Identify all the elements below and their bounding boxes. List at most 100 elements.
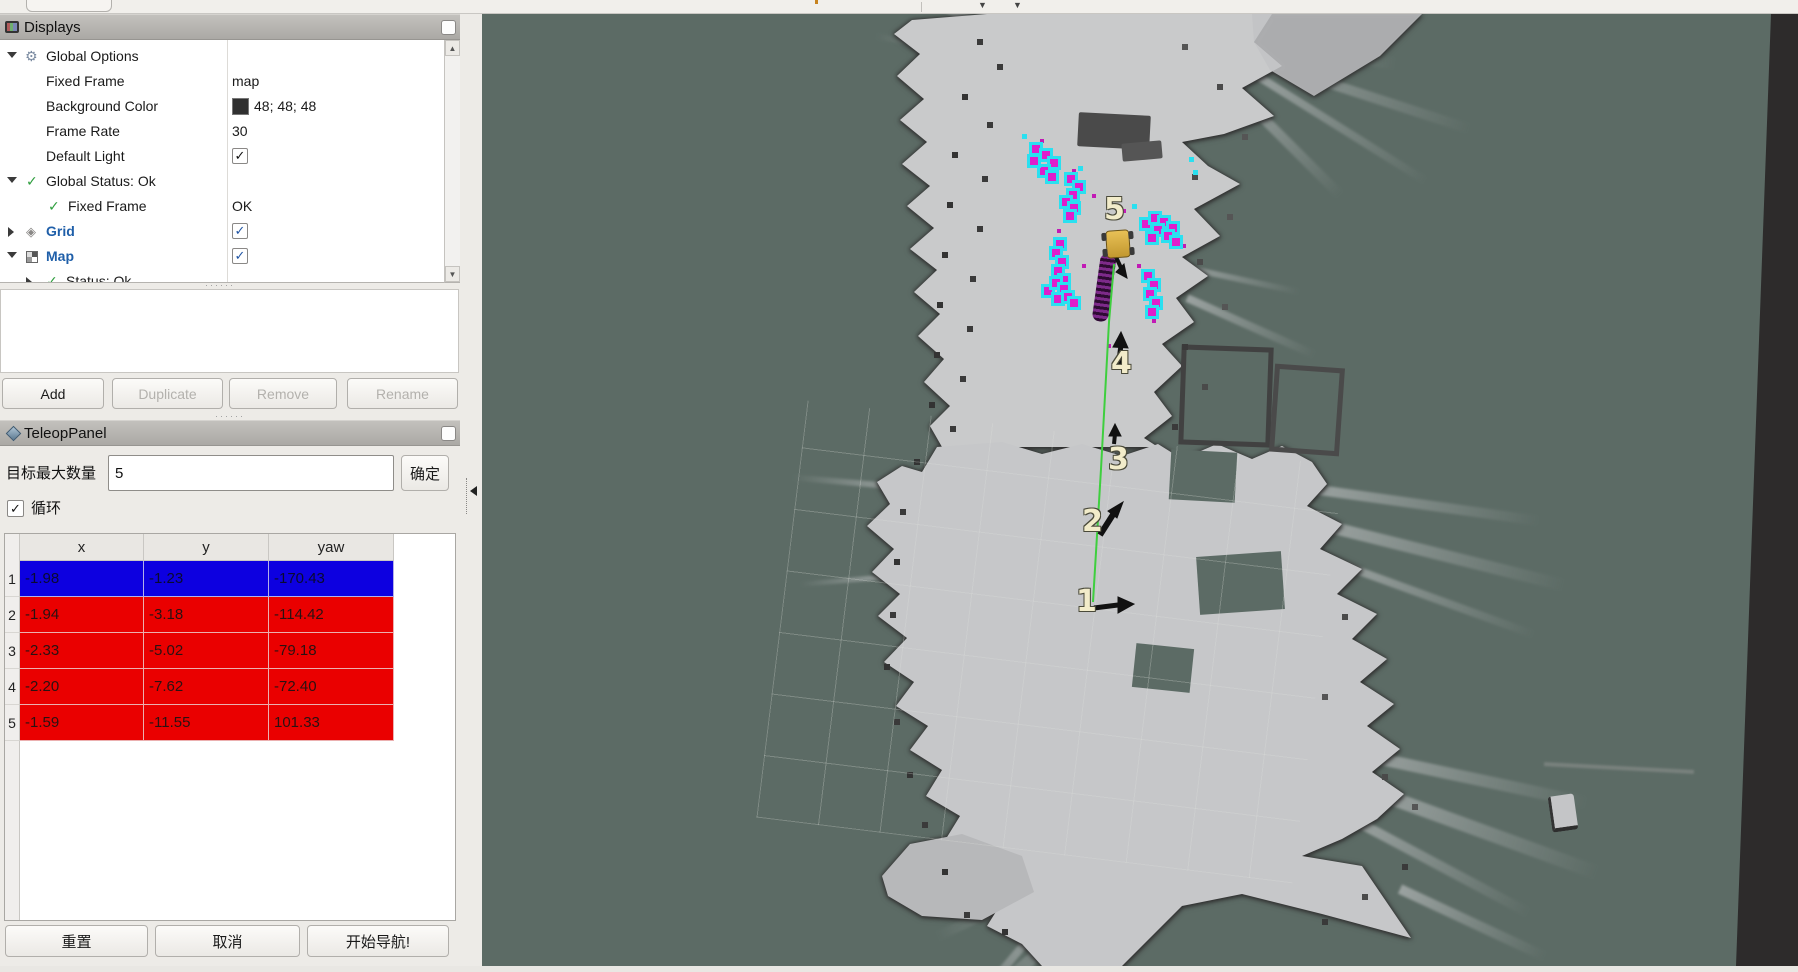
panel-collapse-handle[interactable] <box>466 478 467 514</box>
expand-triangle-icon[interactable] <box>8 227 14 237</box>
waypoint-label-1: 1 <box>1076 584 1097 619</box>
tree-row-fixed-frame-status[interactable]: ✓ Fixed Frame OK <box>0 194 444 219</box>
tree-row-global-status[interactable]: ✓ Global Status: Ok <box>0 169 444 194</box>
gear-icon: ⚙ <box>25 49 40 64</box>
grid-checkbox[interactable]: ✓ <box>232 223 248 239</box>
tree-row-grid[interactable]: ◈ Grid ✓ <box>0 219 444 244</box>
add-button[interactable]: Add <box>2 378 104 409</box>
diamond-icon <box>6 426 22 442</box>
table-row[interactable]: 3 -2.33 -5.02 -79.18 <box>5 633 394 669</box>
collapse-arrow-icon[interactable] <box>470 486 477 496</box>
displays-panel-title: Displays <box>24 15 81 41</box>
tree-row-global-options[interactable]: ⚙ Global Options <box>0 44 444 69</box>
table-row[interactable]: 1 -1.98 -1.23 -170.43 <box>5 561 394 597</box>
cell-y[interactable]: -5.02 <box>144 633 269 669</box>
monitor-icon <box>5 21 19 33</box>
cell-yaw[interactable]: -79.18 <box>269 633 394 669</box>
scroll-up-button[interactable]: ▲ <box>445 40 460 56</box>
robot-model <box>1101 225 1135 263</box>
row-number: 5 <box>5 705 20 741</box>
tree-label: Global Options <box>46 44 139 69</box>
table-row[interactable]: 4 -2.20 -7.62 -72.40 <box>5 669 394 705</box>
tree-label: Fixed Frame <box>68 194 147 219</box>
waypoint3-arrowhead <box>1109 424 1121 436</box>
tree-label: Status: Ok <box>66 269 131 283</box>
chevron-down-icon[interactable]: ▼ <box>1013 0 1022 10</box>
cell-y[interactable]: -1.23 <box>144 561 269 597</box>
cell-yaw[interactable]: 101.33 <box>269 705 394 741</box>
tree-label: Default Light <box>46 144 125 169</box>
robot-body <box>1105 229 1131 259</box>
tree-label: Map <box>46 244 74 269</box>
frame-rate-value[interactable]: 30 <box>232 119 248 144</box>
waypoint-table[interactable]: x y yaw 1 -1.98 -1.23 -170.43 2 -1.94 -3… <box>4 533 456 921</box>
toolbar-separator <box>921 2 922 12</box>
rename-button[interactable]: Rename <box>347 378 458 409</box>
remove-button[interactable]: Remove <box>229 378 337 409</box>
column-header-yaw[interactable]: yaw <box>269 534 394 561</box>
loop-label: 循环 <box>31 500 61 518</box>
duplicate-button[interactable]: Duplicate <box>112 378 223 409</box>
tree-scrollbar[interactable]: ▲ ▼ <box>444 40 460 283</box>
tree-label: Global Status: Ok <box>46 169 156 194</box>
column-header-x[interactable]: x <box>20 534 144 561</box>
cell-y[interactable]: -7.62 <box>144 669 269 705</box>
cancel-button[interactable]: 取消 <box>155 925 300 957</box>
chevron-down-icon[interactable]: ▼ <box>978 0 987 10</box>
displays-panel-titlebar[interactable]: Displays <box>0 14 460 40</box>
color-swatch[interactable] <box>232 98 249 115</box>
tree-label: Fixed Frame <box>46 69 125 94</box>
tree-row-frame-rate[interactable]: Frame Rate 30 <box>0 119 444 144</box>
cell-x[interactable]: -2.33 <box>20 633 144 669</box>
collapse-triangle-icon[interactable] <box>7 252 17 258</box>
column-header-y[interactable]: y <box>144 534 269 561</box>
reset-button[interactable]: 重置 <box>5 925 148 957</box>
max-goal-input[interactable] <box>108 455 394 491</box>
status-ok-icon: ✓ <box>48 194 60 219</box>
map-viewport[interactable]: 1 2 3 4 5 <box>482 14 1798 966</box>
table-header-row: x y yaw <box>20 534 394 561</box>
map-icon <box>26 251 38 263</box>
cell-yaw[interactable]: -72.40 <box>269 669 394 705</box>
cell-yaw[interactable]: -114.42 <box>269 597 394 633</box>
panel-float-button[interactable] <box>441 20 456 35</box>
scroll-down-button[interactable]: ▼ <box>445 266 460 282</box>
background-color-value[interactable]: 48; 48; 48 <box>254 94 316 119</box>
cell-yaw[interactable]: -170.43 <box>269 561 394 597</box>
cell-x[interactable]: -1.59 <box>20 705 144 741</box>
top-toolbar: ▼ ▼ <box>0 0 1798 14</box>
cell-x[interactable]: -1.94 <box>20 597 144 633</box>
tree-row-fixed-frame[interactable]: Fixed Frame map <box>0 69 444 94</box>
tree-row-default-light[interactable]: Default Light ✓ <box>0 144 444 169</box>
robot-heading-arrowhead <box>1116 264 1127 278</box>
cell-y[interactable]: -11.55 <box>144 705 269 741</box>
start-navigation-button[interactable]: 开始导航! <box>307 925 449 957</box>
waypoint-label-2: 2 <box>1082 504 1103 539</box>
collapse-triangle-icon[interactable] <box>7 177 17 183</box>
tree-label: Grid <box>46 219 75 244</box>
loop-checkbox[interactable]: ✓ <box>7 500 24 517</box>
teleop-panel-titlebar[interactable]: TeleopPanel <box>0 420 460 446</box>
toolbar-partial-button[interactable] <box>26 0 112 12</box>
panel-float-button[interactable] <box>441 426 456 441</box>
grid-icon: ◈ <box>26 225 36 238</box>
table-row[interactable]: 2 -1.94 -3.18 -114.42 <box>5 597 394 633</box>
tree-row-map[interactable]: Map ✓ <box>0 244 444 269</box>
waypoint-label-5: 5 <box>1104 192 1125 227</box>
property-editor-empty <box>0 289 459 373</box>
collapse-triangle-icon[interactable] <box>7 52 17 58</box>
cell-y[interactable]: -3.18 <box>144 597 269 633</box>
displays-tree[interactable]: ⚙ Global Options Fixed Frame map Backgro… <box>0 40 444 283</box>
row-number: 1 <box>5 561 20 597</box>
default-light-checkbox[interactable]: ✓ <box>232 148 248 164</box>
waypoint-label-3: 3 <box>1108 442 1129 477</box>
tree-row-background-color[interactable]: Background Color 48; 48; 48 <box>0 94 444 119</box>
table-row[interactable]: 5 -1.59 -11.55 101.33 <box>5 705 394 741</box>
fixed-frame-value[interactable]: map <box>232 69 259 94</box>
cell-x[interactable]: -1.98 <box>20 561 144 597</box>
status-ok-icon: ✓ <box>26 169 38 194</box>
cell-x[interactable]: -2.20 <box>20 669 144 705</box>
map-checkbox[interactable]: ✓ <box>232 248 248 264</box>
confirm-button[interactable]: 确定 <box>401 455 449 491</box>
expand-triangle-icon[interactable] <box>26 277 32 283</box>
